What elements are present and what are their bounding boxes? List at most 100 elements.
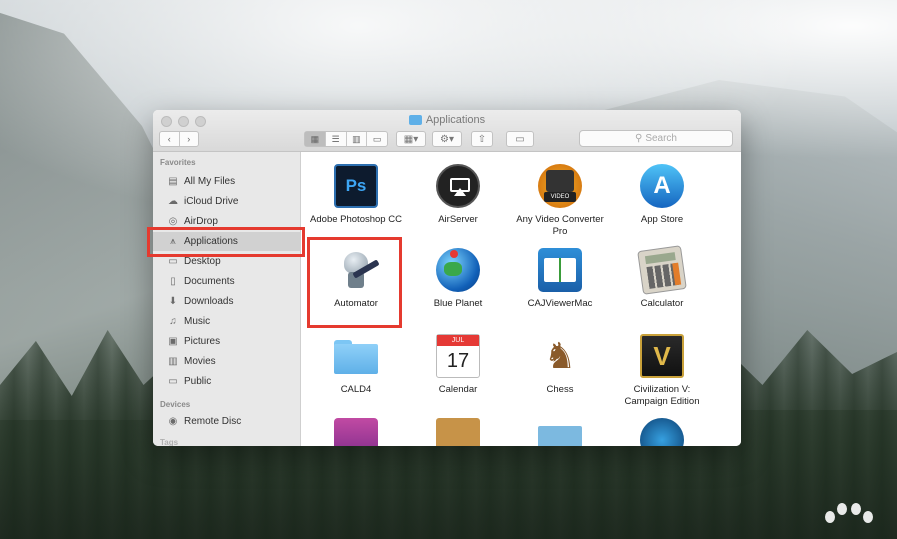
- sidebar-item-label: All My Files: [184, 176, 236, 187]
- app-item-partial[interactable]: [510, 418, 610, 446]
- sidebar-item-label: Desktop: [184, 256, 221, 267]
- app-label: Civilization V: Campaign Edition: [624, 384, 700, 407]
- app-label: CAJViewerMac: [527, 298, 593, 309]
- app-item-chess[interactable]: ♞ Chess: [510, 334, 610, 396]
- app-item-civilization[interactable]: V Civilization V: Campaign Edition: [612, 334, 712, 408]
- app-store-icon: A: [640, 164, 684, 208]
- music-icon: ♫: [169, 316, 177, 327]
- app-label: Any Video Converter Pro: [516, 214, 604, 237]
- sidebar-item-label: Music: [184, 316, 211, 327]
- sidebar-item-movies[interactable]: ▥ Movies: [153, 352, 301, 371]
- tags-button[interactable]: ▭: [506, 131, 534, 147]
- pictures-icon: ▣: [168, 336, 178, 347]
- finder-window: Applications ‹ › ▦ ☰ ▥ ▭ ▦▾ ⚙▾ ⇧ ▭ ⚲ Sea…: [153, 110, 741, 446]
- search-field[interactable]: ⚲ Search: [579, 130, 733, 147]
- app-label: Blue Planet: [433, 298, 483, 309]
- search-icon: ⚲: [634, 133, 643, 144]
- app-icon: [640, 418, 684, 446]
- app-label: CALD4: [340, 384, 372, 395]
- action-button[interactable]: ⚙▾: [432, 131, 462, 147]
- folder-icon: [334, 334, 378, 378]
- all-files-icon: ▤: [168, 176, 178, 187]
- chess-icon: ♞: [543, 335, 577, 376]
- app-item-app-store[interactable]: A App Store: [612, 164, 712, 226]
- window-title-text: Applications: [425, 114, 486, 126]
- sidebar-item-label: Applications: [184, 236, 238, 247]
- applications-icon: ⩚: [170, 236, 176, 247]
- sidebar-item-label: Movies: [184, 356, 216, 367]
- arrange-button[interactable]: ▦▾: [396, 131, 426, 147]
- back-button[interactable]: ‹: [160, 132, 180, 146]
- app-item-partial[interactable]: [408, 418, 508, 446]
- app-item-any-video-converter[interactable]: VIDEO Any Video Converter Pro: [510, 164, 610, 238]
- photoshop-icon: Ps: [334, 164, 378, 208]
- cover-flow-button[interactable]: ▭: [367, 132, 387, 146]
- video-converter-icon: VIDEO: [538, 164, 582, 208]
- file-grid: Ps Adobe Photoshop CC AirServer VIDEO An…: [301, 152, 741, 446]
- calculator-icon: [637, 245, 687, 295]
- favorites-heading: Favorites: [160, 158, 196, 167]
- sidebar-item-airdrop[interactable]: ◎ AirDrop: [153, 212, 301, 231]
- devices-heading: Devices: [160, 400, 191, 409]
- app-item-cajviewer[interactable]: CAJViewerMac: [510, 248, 610, 310]
- app-item-blue-planet[interactable]: Blue Planet: [408, 248, 508, 310]
- sidebar-item-label: Public: [184, 376, 212, 387]
- window-title: Applications: [153, 114, 741, 126]
- folder-icon: [538, 426, 582, 446]
- share-button[interactable]: ⇧: [471, 131, 493, 147]
- video-converter-icon-text: VIDEO: [544, 192, 576, 202]
- sidebar-item-public[interactable]: ▭ Public: [153, 372, 301, 391]
- list-view-button[interactable]: ☰: [326, 132, 347, 146]
- desktop-icon: ▭: [168, 256, 178, 267]
- movies-icon: ▥: [168, 356, 178, 367]
- contacts-icon: [436, 418, 480, 446]
- sidebar-item-all-my-files[interactable]: ▤ All My Files: [153, 172, 301, 191]
- app-item-cald4[interactable]: CALD4: [306, 334, 406, 396]
- app-item-partial[interactable]: [612, 418, 712, 446]
- app-item-calendar[interactable]: JUL 17 Calendar: [408, 334, 508, 396]
- blue-planet-icon: [436, 248, 480, 292]
- public-folder-icon: ▭: [168, 376, 178, 387]
- cloud-icon: ☁: [168, 196, 178, 207]
- calendar-icon: JUL 17: [436, 334, 480, 378]
- app-item-airserver[interactable]: AirServer: [408, 164, 508, 226]
- app-item-automator[interactable]: Automator: [306, 248, 406, 310]
- sidebar: Favorites ▤ All My Files ☁ iCloud Drive …: [153, 152, 301, 446]
- forward-button[interactable]: ›: [180, 132, 199, 146]
- downloads-icon: ⬇: [168, 296, 178, 307]
- folder-icon: [408, 115, 422, 125]
- sidebar-item-label: iCloud Drive: [184, 196, 239, 207]
- app-item-partial[interactable]: [306, 418, 406, 446]
- app-label: App Store: [640, 214, 684, 225]
- app-item-calculator[interactable]: Calculator: [612, 245, 712, 310]
- sidebar-item-applications[interactable]: ⩚ Applications: [153, 232, 301, 251]
- automator-icon: [334, 248, 380, 292]
- sidebar-item-music[interactable]: ♫ Music: [153, 312, 301, 331]
- search-placeholder: Search: [645, 133, 677, 144]
- tags-heading: Tags: [160, 438, 179, 446]
- photoshop-icon-text: Ps: [345, 176, 367, 195]
- sidebar-item-desktop[interactable]: ▭ Desktop: [153, 252, 301, 271]
- app-label: Automator: [334, 298, 378, 309]
- app-label: Adobe Photoshop CC: [310, 214, 402, 225]
- sidebar-item-label: Pictures: [184, 336, 221, 347]
- icon-view-button[interactable]: ▦: [305, 132, 326, 146]
- sidebar-item-remote-disc[interactable]: ◉ Remote Disc: [153, 412, 301, 431]
- sidebar-item-pictures[interactable]: ▣ Pictures: [153, 332, 301, 351]
- column-view-button[interactable]: ▥: [347, 132, 368, 146]
- toolbar: Applications ‹ › ▦ ☰ ▥ ▭ ▦▾ ⚙▾ ⇧ ▭ ⚲ Sea…: [153, 110, 741, 152]
- cajviewer-icon: [538, 248, 582, 292]
- sidebar-item-icloud-drive[interactable]: ☁ iCloud Drive: [153, 192, 301, 211]
- paw-watermark-icon: [819, 501, 879, 531]
- sidebar-item-downloads[interactable]: ⬇ Downloads: [153, 292, 301, 311]
- airserver-icon: [436, 164, 480, 208]
- sidebar-item-label: AirDrop: [184, 216, 218, 227]
- app-label: Chess: [546, 384, 574, 395]
- app-item-photoshop[interactable]: Ps Adobe Photoshop CC: [306, 164, 406, 226]
- sidebar-item-documents[interactable]: ▯ Documents: [153, 272, 301, 291]
- calendar-icon-month: JUL: [437, 335, 479, 346]
- sidebar-item-label: Documents: [184, 276, 235, 287]
- airdrop-icon: ◎: [168, 216, 178, 227]
- documents-icon: ▯: [170, 276, 176, 287]
- calendar-icon-day: 17: [446, 350, 470, 372]
